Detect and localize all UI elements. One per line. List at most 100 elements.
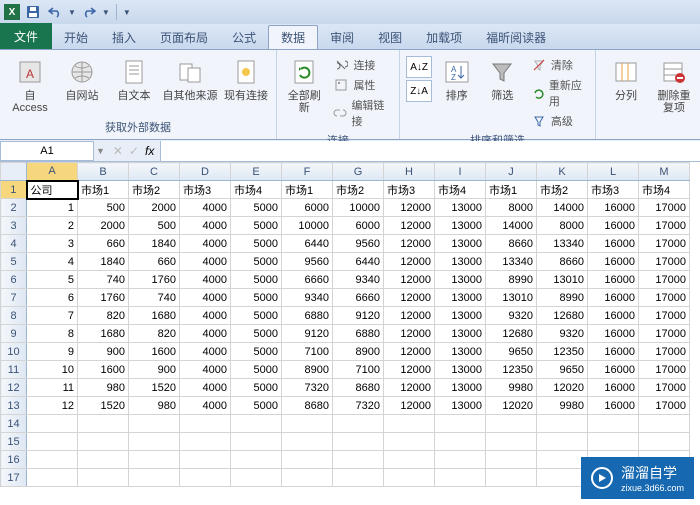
from-text-button[interactable]: 自文本 [110, 56, 158, 102]
cell-F3[interactable]: 10000 [282, 217, 333, 235]
cell-B3[interactable]: 2000 [78, 217, 129, 235]
cell-C9[interactable]: 820 [129, 325, 180, 343]
cell-A17[interactable] [27, 469, 78, 487]
cell-B13[interactable]: 1520 [78, 397, 129, 415]
cell-F15[interactable] [282, 433, 333, 451]
tab-file[interactable]: 文件 [0, 23, 52, 49]
tab-insert[interactable]: 插入 [100, 25, 148, 49]
remove-dup-button[interactable]: 删除重复项 [654, 56, 694, 114]
cell-K15[interactable] [537, 433, 588, 451]
cell-C16[interactable] [129, 451, 180, 469]
cell-C10[interactable]: 1600 [129, 343, 180, 361]
cell-E3[interactable]: 5000 [231, 217, 282, 235]
cell-L1[interactable]: 市场3 [588, 181, 639, 199]
cell-E8[interactable]: 5000 [231, 307, 282, 325]
save-button[interactable] [24, 3, 42, 21]
cell-H17[interactable] [384, 469, 435, 487]
cell-L5[interactable]: 16000 [588, 253, 639, 271]
tab-formulas[interactable]: 公式 [220, 25, 268, 49]
cell-B10[interactable]: 900 [78, 343, 129, 361]
cell-J17[interactable] [486, 469, 537, 487]
cell-L10[interactable]: 16000 [588, 343, 639, 361]
select-all-corner[interactable] [1, 163, 27, 181]
name-box[interactable]: A1 [0, 141, 94, 161]
row-header-15[interactable]: 15 [1, 433, 27, 451]
cell-G17[interactable] [333, 469, 384, 487]
cell-L8[interactable]: 16000 [588, 307, 639, 325]
cell-H2[interactable]: 12000 [384, 199, 435, 217]
from-web-button[interactable]: 自网站 [58, 56, 106, 102]
cell-H5[interactable]: 12000 [384, 253, 435, 271]
row-header-13[interactable]: 13 [1, 397, 27, 415]
column-header-E[interactable]: E [231, 163, 282, 181]
cell-M12[interactable]: 17000 [639, 379, 690, 397]
row-header-16[interactable]: 16 [1, 451, 27, 469]
cell-D9[interactable]: 4000 [180, 325, 231, 343]
cell-A9[interactable]: 8 [27, 325, 78, 343]
cell-F10[interactable]: 7100 [282, 343, 333, 361]
cell-G10[interactable]: 8900 [333, 343, 384, 361]
cell-A14[interactable] [27, 415, 78, 433]
cell-E7[interactable]: 5000 [231, 289, 282, 307]
cell-C13[interactable]: 980 [129, 397, 180, 415]
column-header-K[interactable]: K [537, 163, 588, 181]
clear-filter-button[interactable]: 清除 [527, 56, 589, 74]
tab-pagelayout[interactable]: 页面布局 [148, 25, 220, 49]
cell-J3[interactable]: 14000 [486, 217, 537, 235]
cell-J12[interactable]: 9980 [486, 379, 537, 397]
cell-A2[interactable]: 1 [27, 199, 78, 217]
cell-I17[interactable] [435, 469, 486, 487]
cell-M6[interactable]: 17000 [639, 271, 690, 289]
cell-M8[interactable]: 17000 [639, 307, 690, 325]
cell-H13[interactable]: 12000 [384, 397, 435, 415]
formula-input[interactable] [160, 141, 700, 161]
cell-I6[interactable]: 13000 [435, 271, 486, 289]
cell-C2[interactable]: 2000 [129, 199, 180, 217]
cell-K7[interactable]: 8990 [537, 289, 588, 307]
cell-A6[interactable]: 5 [27, 271, 78, 289]
cell-K1[interactable]: 市场2 [537, 181, 588, 199]
cell-C17[interactable] [129, 469, 180, 487]
cell-D10[interactable]: 4000 [180, 343, 231, 361]
from-access-button[interactable]: A 自 Access [6, 56, 54, 114]
reapply-button[interactable]: 重新应用 [527, 76, 589, 110]
filter-button[interactable]: 筛选 [482, 56, 523, 102]
cell-K4[interactable]: 13340 [537, 235, 588, 253]
cell-D5[interactable]: 4000 [180, 253, 231, 271]
cell-L15[interactable] [588, 433, 639, 451]
tab-review[interactable]: 审阅 [318, 25, 366, 49]
cell-B14[interactable] [78, 415, 129, 433]
edit-links-button[interactable]: 编辑链接 [329, 96, 393, 130]
column-header-M[interactable]: M [639, 163, 690, 181]
cell-L9[interactable]: 16000 [588, 325, 639, 343]
cell-I5[interactable]: 13000 [435, 253, 486, 271]
cell-G1[interactable]: 市场2 [333, 181, 384, 199]
cell-D15[interactable] [180, 433, 231, 451]
cell-M7[interactable]: 17000 [639, 289, 690, 307]
cell-I14[interactable] [435, 415, 486, 433]
cell-M1[interactable]: 市场4 [639, 181, 690, 199]
cell-D14[interactable] [180, 415, 231, 433]
tab-home[interactable]: 开始 [52, 25, 100, 49]
cell-F6[interactable]: 6660 [282, 271, 333, 289]
cell-H3[interactable]: 12000 [384, 217, 435, 235]
cell-C4[interactable]: 1840 [129, 235, 180, 253]
cell-J6[interactable]: 8990 [486, 271, 537, 289]
cell-J8[interactable]: 9320 [486, 307, 537, 325]
qat-customize-icon[interactable]: ▼ [123, 8, 131, 17]
column-header-A[interactable]: A [27, 163, 78, 181]
cell-B1[interactable]: 市场1 [78, 181, 129, 199]
cell-H9[interactable]: 12000 [384, 325, 435, 343]
cell-M11[interactable]: 17000 [639, 361, 690, 379]
cell-B4[interactable]: 660 [78, 235, 129, 253]
cell-B9[interactable]: 1680 [78, 325, 129, 343]
cell-D16[interactable] [180, 451, 231, 469]
cell-D3[interactable]: 4000 [180, 217, 231, 235]
cell-A10[interactable]: 9 [27, 343, 78, 361]
cell-K12[interactable]: 12020 [537, 379, 588, 397]
cell-C7[interactable]: 740 [129, 289, 180, 307]
cell-J4[interactable]: 8660 [486, 235, 537, 253]
cell-M13[interactable]: 17000 [639, 397, 690, 415]
properties-button[interactable]: 属性 [329, 76, 393, 94]
cell-G8[interactable]: 9120 [333, 307, 384, 325]
